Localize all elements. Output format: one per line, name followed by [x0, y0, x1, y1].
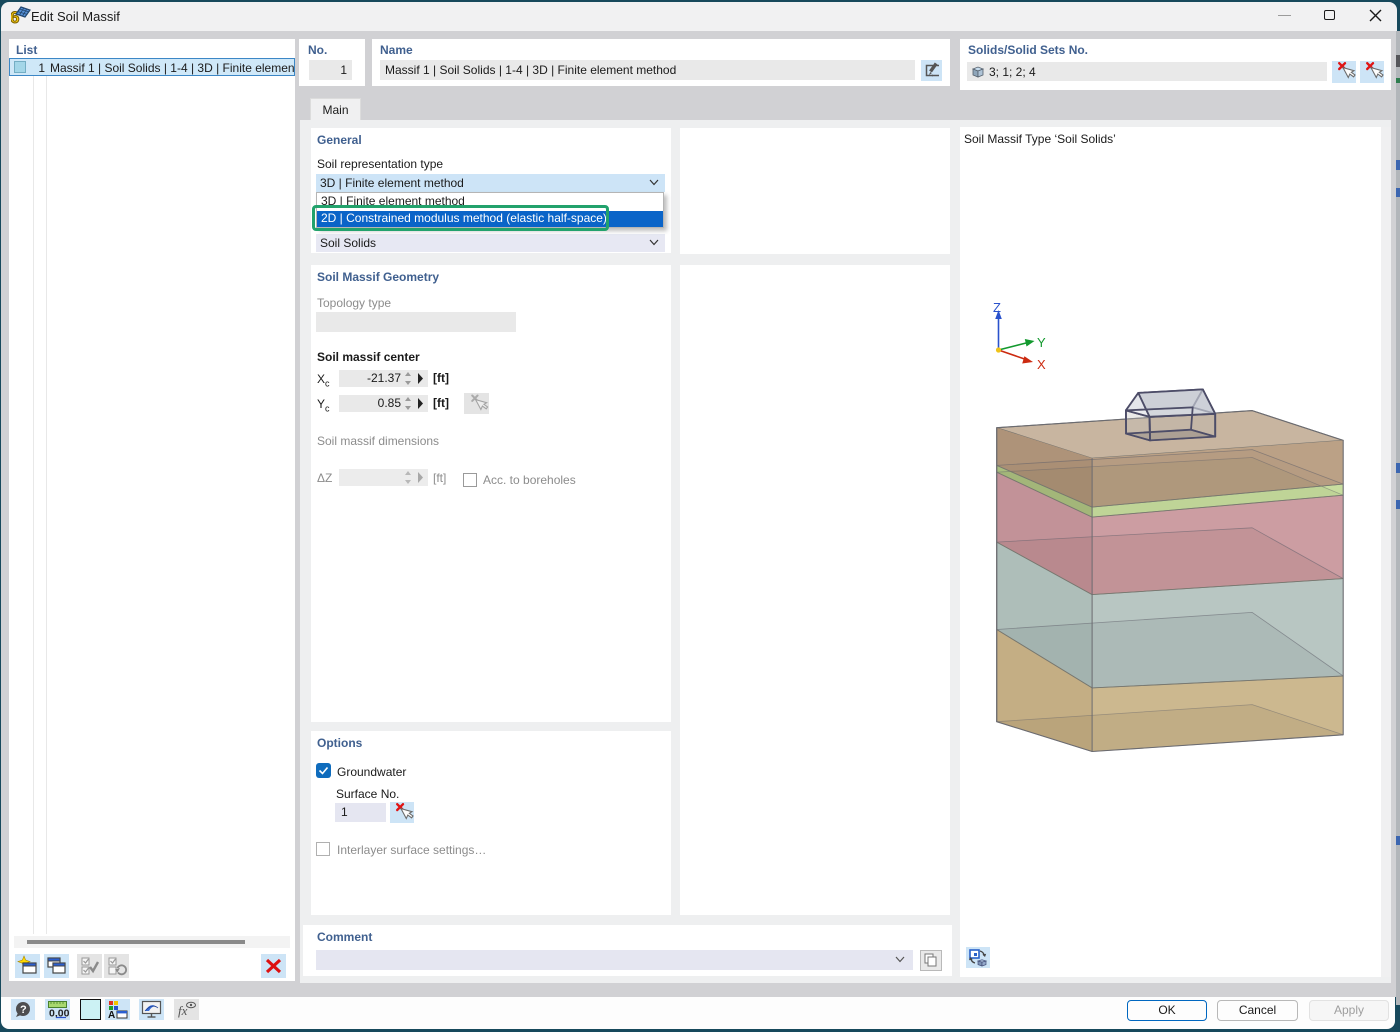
svg-text:A: A [108, 1010, 115, 1020]
svg-text:?: ? [20, 1004, 27, 1016]
svg-text:Z: Z [993, 300, 1001, 315]
svg-text:X: X [1037, 357, 1046, 372]
svg-text:Y: Y [1037, 335, 1046, 350]
